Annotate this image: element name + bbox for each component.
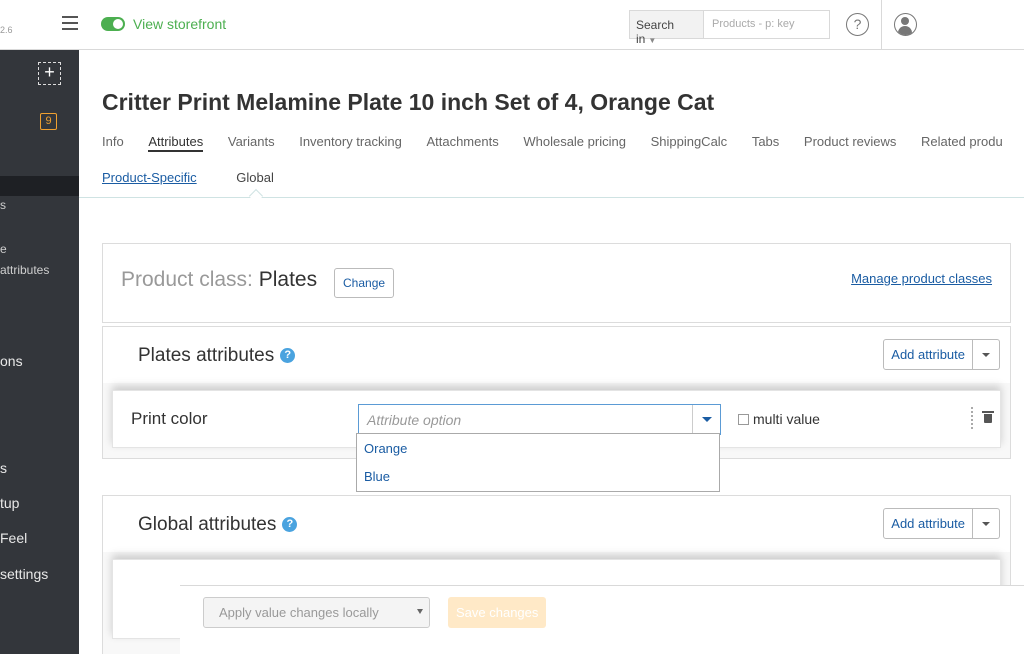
apply-changes-select[interactable]: Apply value changes locally: [203, 597, 430, 628]
chevron-down-icon[interactable]: [973, 339, 1000, 370]
search-input[interactable]: Products - p: key: [704, 10, 830, 39]
divider: [881, 0, 882, 50]
tab-product-reviews[interactable]: Product reviews: [804, 134, 896, 149]
change-class-button[interactable]: Change: [334, 268, 395, 298]
add-icon[interactable]: +: [38, 62, 61, 85]
chevron-down-icon[interactable]: [973, 508, 1000, 539]
menu-icon[interactable]: [62, 16, 78, 30]
main-content: Critter Print Melamine Plate 10 inch Set…: [79, 50, 1024, 654]
sidebar-active-item[interactable]: [0, 176, 79, 196]
sidebar-item-settings[interactable]: settings: [0, 566, 48, 582]
trash-icon[interactable]: [982, 410, 994, 424]
tab-variants[interactable]: Variants: [228, 134, 275, 149]
tab-tabs[interactable]: Tabs: [752, 134, 779, 149]
attribute-option-select[interactable]: Attribute option: [358, 404, 721, 435]
sidebar-item[interactable]: s: [0, 198, 6, 212]
product-class-label: Product class: Plates: [121, 268, 317, 292]
attribute-subtabs: Product-Specific Global: [102, 170, 310, 185]
add-attribute-button[interactable]: Add attribute: [883, 339, 973, 370]
subtab-product-specific[interactable]: Product-Specific: [102, 170, 197, 185]
help-icon[interactable]: ?: [846, 13, 869, 36]
add-attribute-group: Add attribute: [883, 339, 1000, 370]
version-label: 2.6: [0, 25, 13, 35]
notification-badge[interactable]: 9: [40, 113, 57, 130]
attribute-option-dropdown: Orange Blue: [356, 433, 720, 492]
sidebar-item[interactable]: s: [0, 460, 7, 476]
plates-attributes-title: Plates attributes?: [138, 345, 296, 367]
attribute-option-placeholder: Attribute option: [367, 412, 462, 428]
multi-value-label: multi value: [753, 411, 820, 427]
tab-shippingcalc[interactable]: ShippingCalc: [651, 134, 728, 149]
option-blue[interactable]: Blue: [357, 462, 719, 490]
product-class-value: Plates: [258, 268, 318, 291]
divider: [79, 197, 1024, 198]
tab-related-products[interactable]: Related produ: [921, 134, 1003, 149]
checkbox[interactable]: [738, 414, 749, 425]
add-attribute-button[interactable]: Add attribute: [883, 508, 973, 539]
sticky-action-bar: Apply value changes locally Save changes: [180, 585, 1024, 654]
chevron-down-icon: [417, 609, 423, 614]
sidebar-item-attributes[interactable]: attributes: [0, 263, 49, 277]
user-icon[interactable]: [894, 13, 917, 36]
chevron-down-icon[interactable]: [692, 405, 720, 434]
search-in-dropdown[interactable]: Search in ▼: [629, 10, 704, 46]
sidebar: + 9 s e attributes ons s tup Feel settin…: [0, 50, 79, 654]
drag-handle-icon[interactable]: [971, 407, 973, 429]
help-question-icon[interactable]: ?: [282, 517, 298, 532]
plates-attributes-title-text: Plates attributes: [138, 345, 275, 366]
storefront-toggle[interactable]: [101, 17, 125, 31]
tab-attachments[interactable]: Attachments: [426, 134, 498, 149]
tab-info[interactable]: Info: [102, 134, 124, 149]
sidebar-item[interactable]: e: [0, 242, 7, 256]
chevron-down-icon: ▼: [648, 36, 657, 45]
active-subtab-pointer: [248, 188, 264, 204]
add-attribute-group: Add attribute: [883, 508, 1000, 539]
manage-product-classes-link[interactable]: Manage product classes: [851, 271, 992, 286]
tab-wholesale-pricing[interactable]: Wholesale pricing: [523, 134, 626, 149]
tab-inventory-tracking[interactable]: Inventory tracking: [299, 134, 402, 149]
tab-attributes[interactable]: Attributes: [148, 134, 204, 152]
page-title: Critter Print Melamine Plate 10 inch Set…: [102, 89, 715, 115]
save-changes-button[interactable]: Save changes: [448, 597, 547, 628]
sidebar-item[interactable]: Feel: [0, 530, 27, 546]
global-attributes-title-text: Global attributes: [138, 514, 277, 535]
global-attributes-title: Global attributes?: [138, 514, 298, 536]
global-attributes-header: Global attributes? Add attribute: [103, 496, 1010, 552]
multi-value-checkbox[interactable]: multi value: [738, 411, 820, 427]
view-storefront-link[interactable]: View storefront: [133, 16, 226, 32]
product-tabs: Info Attributes Variants Inventory track…: [102, 134, 1024, 152]
search-bar: Search in ▼ Products - p: key: [629, 10, 830, 46]
help-question-icon[interactable]: ?: [280, 348, 296, 363]
subtab-global[interactable]: Global: [236, 170, 274, 185]
sidebar-item[interactable]: tup: [0, 495, 19, 511]
plates-attributes-header: Plates attributes? Add attribute: [103, 327, 1010, 383]
top-bar: 2.6 View storefront Search in ▼ Products …: [0, 0, 1024, 50]
sidebar-item[interactable]: ons: [0, 353, 23, 369]
product-class-caption: Product class:: [121, 268, 253, 291]
option-orange[interactable]: Orange: [357, 434, 719, 462]
product-class-panel: Product class: Plates Change Manage prod…: [102, 243, 1011, 323]
attribute-name: Print color: [131, 409, 208, 428]
apply-changes-label: Apply value changes locally: [219, 605, 379, 620]
